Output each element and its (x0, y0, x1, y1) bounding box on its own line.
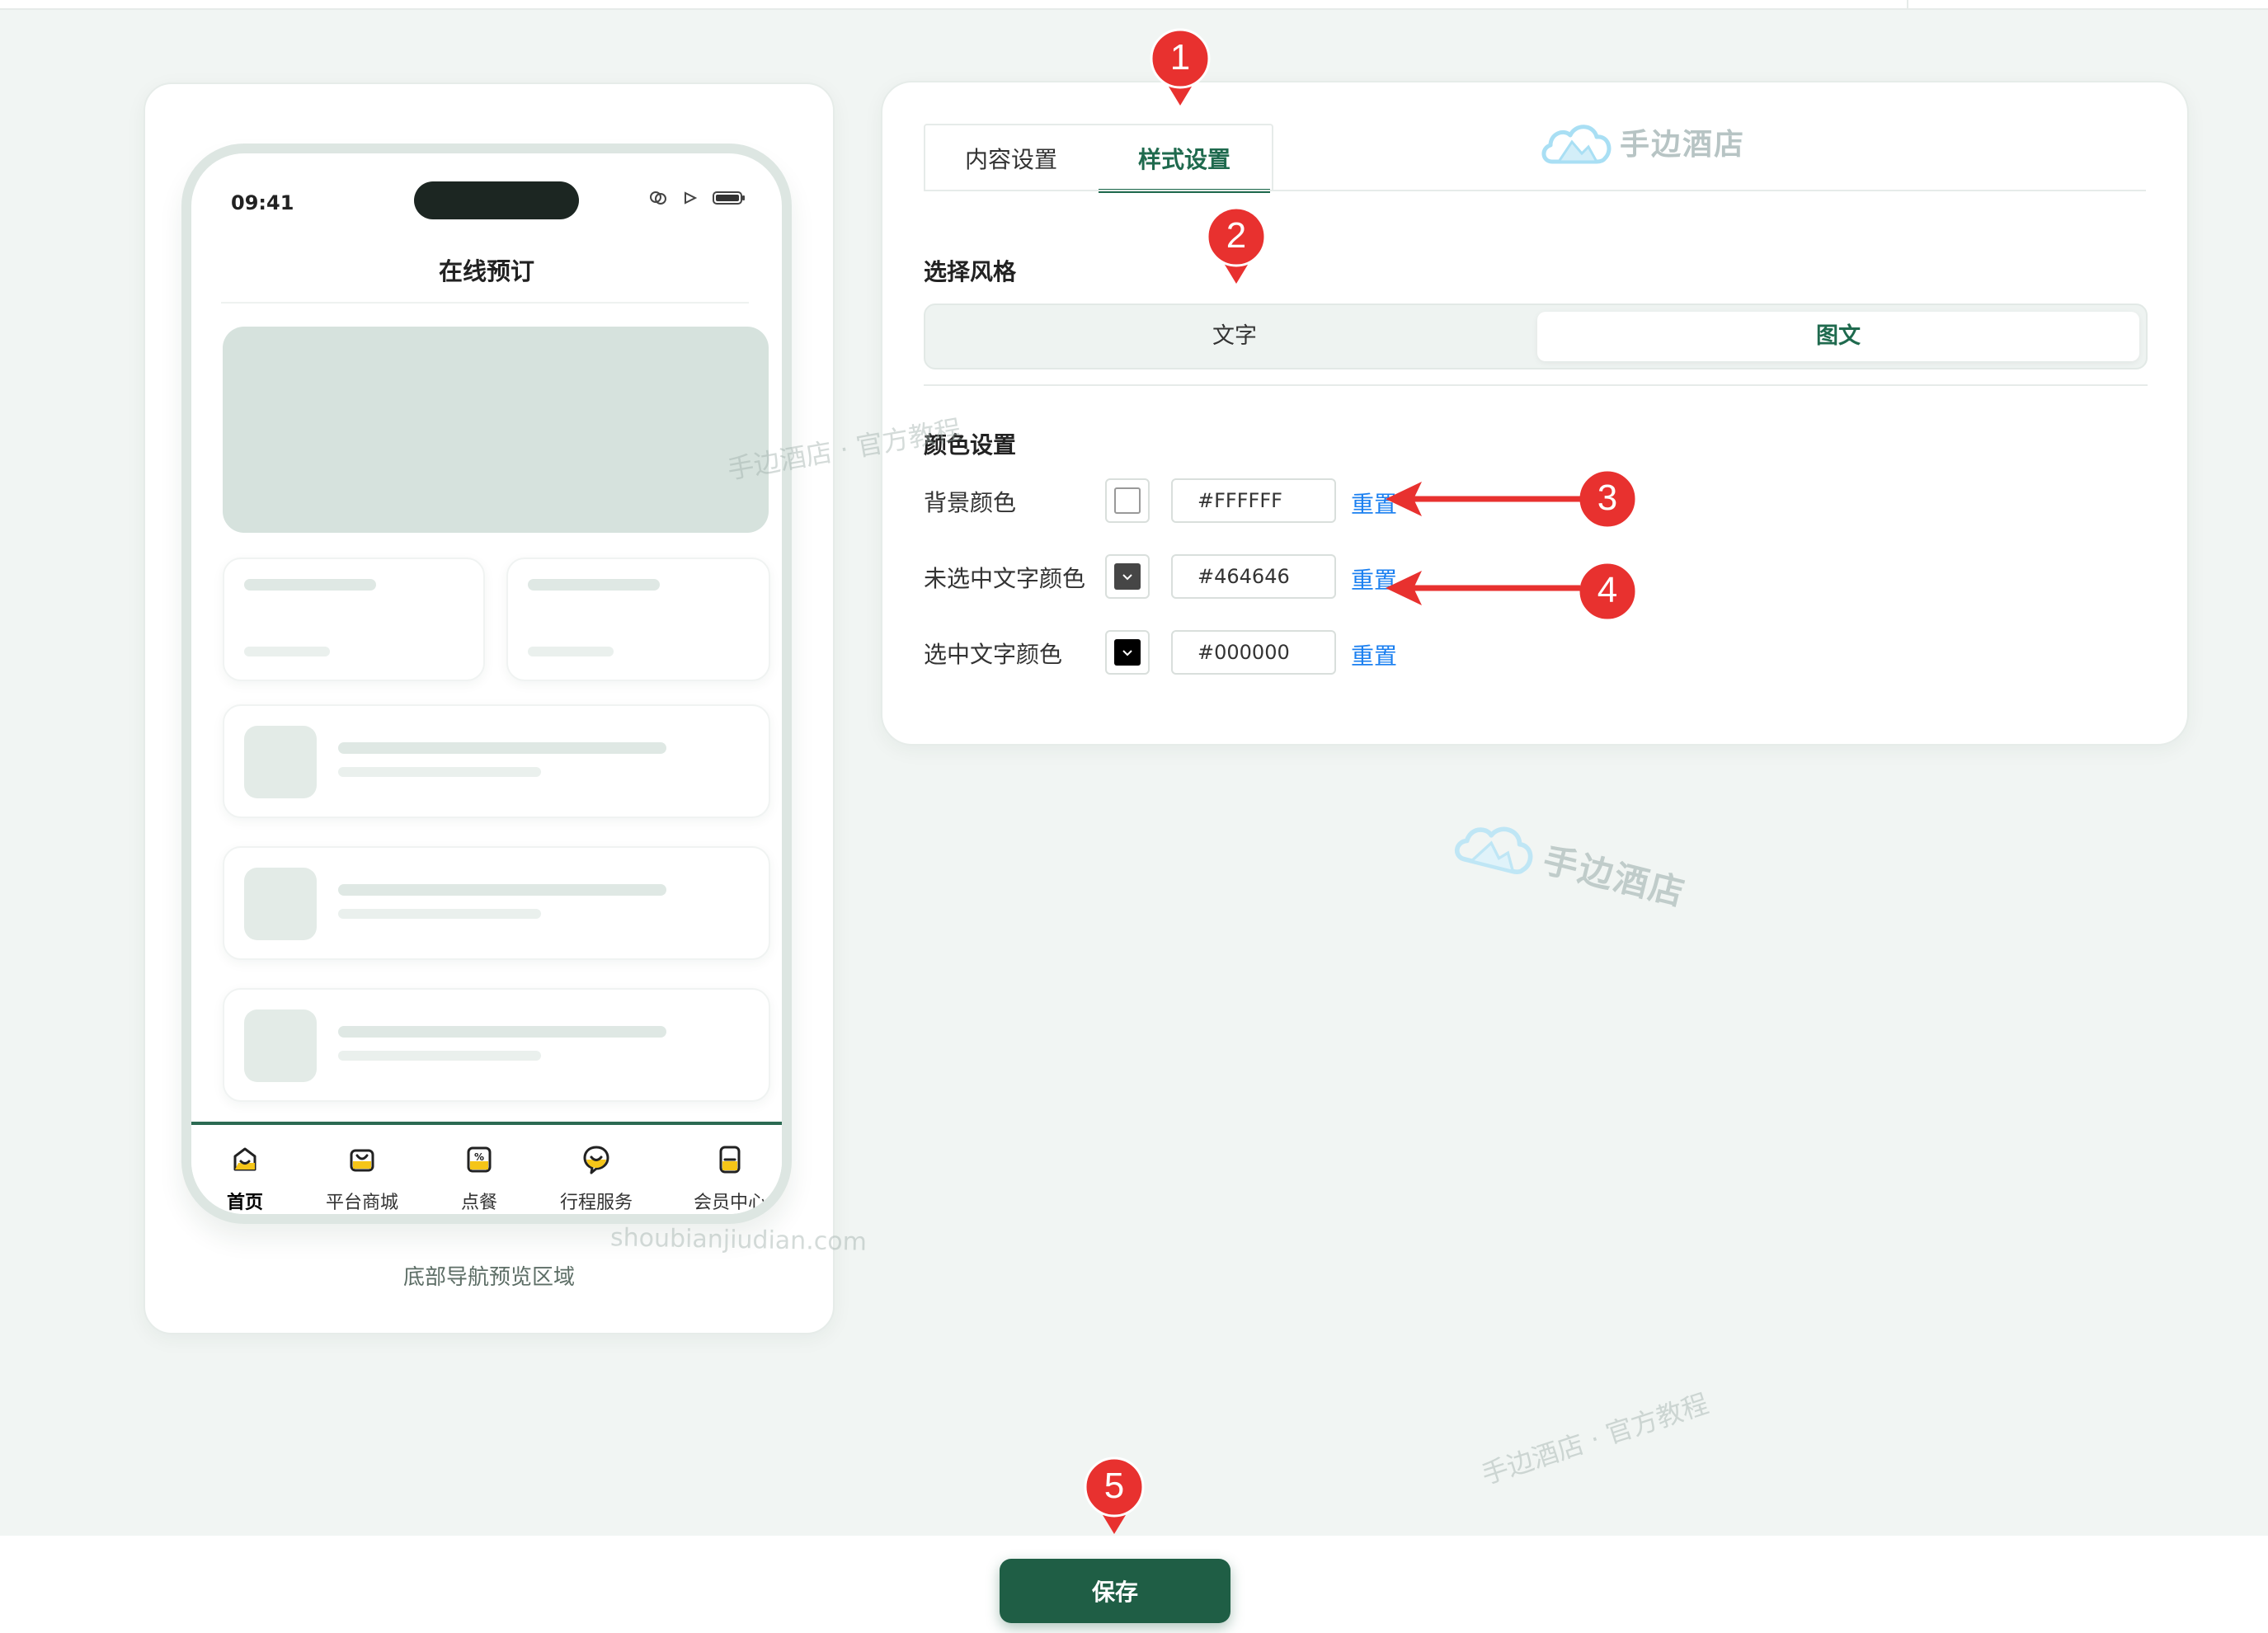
hex-color-input[interactable] (1171, 554, 1336, 599)
top-bar-separator (1907, 0, 1908, 8)
settings-tabs: 内容设置 样式设置 (924, 124, 1273, 193)
svg-text:%: % (474, 1151, 484, 1163)
bottom-tab-bar: 首页 平台商城 % 点餐 行程服务 会员中心 (191, 1122, 782, 1214)
skeleton-line (244, 647, 330, 656)
skeleton-line (244, 579, 376, 591)
annotation-marker: 1 (1150, 28, 1211, 107)
trip-service-icon (583, 1146, 609, 1174)
color-label: 背景颜色 (924, 489, 1017, 516)
marker-number: 3 (1597, 478, 1618, 518)
skeleton-list-item (223, 846, 770, 960)
marker-number: 2 (1226, 215, 1247, 256)
color-swatch-fill (1114, 487, 1141, 514)
battery-icon (713, 191, 745, 205)
settings-card: 内容设置 样式设置 手边酒店 选择风格 文字 图文 颜色设置 背景颜色 重置 未… (881, 81, 2189, 746)
color-row-selected-text: 选中文字颜色 重置 (924, 630, 1501, 680)
cloud-mountain-icon (1541, 125, 1612, 164)
annotation-marker: 2 (1206, 206, 1267, 285)
watermark-brand-text: 手边酒店 (1539, 839, 1690, 914)
order-food-icon: % (467, 1146, 492, 1173)
tab-label: 会员中心 (693, 1193, 766, 1213)
tab-label: 首页 (226, 1193, 263, 1213)
tab-content-settings[interactable]: 内容设置 (925, 125, 1097, 191)
skeleton-card (223, 558, 485, 681)
preview-caption: 底部导航预览区域 (402, 1265, 575, 1290)
skeleton-line (528, 647, 614, 656)
tab-label: 平台商城 (325, 1193, 398, 1213)
skeleton-line (338, 1051, 541, 1061)
dynamic-island (414, 181, 579, 219)
color-section-title: 颜色设置 (924, 431, 1017, 459)
skeleton-thumb (244, 726, 317, 798)
phone-page-title: 在线预订 (438, 257, 534, 285)
style-section-title: 选择风格 (924, 258, 1017, 285)
hex-color-input[interactable] (1171, 478, 1336, 523)
skeleton-line (338, 767, 541, 777)
annotation-arrow (1386, 482, 1580, 516)
color-swatch-button[interactable] (1105, 630, 1150, 675)
tab-home[interactable]: 首页 (191, 1143, 299, 1214)
marker-number: 5 (1103, 1466, 1125, 1506)
link-icon (650, 191, 666, 205)
skeleton-banner (223, 327, 769, 533)
color-label: 未选中文字颜色 (924, 565, 1086, 592)
color-swatch-fill (1114, 563, 1141, 590)
skeleton-list-item (223, 704, 770, 818)
skeleton-line (338, 742, 666, 754)
tab-style-settings[interactable]: 样式设置 (1099, 125, 1270, 193)
chevron-down-icon (1114, 563, 1141, 590)
watermark-tutorial: 手边酒店 · 官方教程 (1477, 1387, 1713, 1491)
phone-mockup: 09:41 在线预订 首页 平台商城 % 点餐 行程服务 会员中心 (181, 144, 792, 1224)
tab-shop[interactable]: 平台商城 (308, 1143, 416, 1214)
preview-card: 09:41 在线预订 首页 平台商城 % 点餐 行程服务 会员中心 底部导航预览… (144, 82, 835, 1334)
style-option-text[interactable]: 文字 (932, 312, 1537, 361)
style-option-image-text[interactable]: 图文 (1537, 312, 2139, 361)
color-swatch-fill (1114, 639, 1141, 666)
skeleton-card (506, 558, 770, 681)
marker-number: 1 (1169, 37, 1191, 78)
reset-link[interactable]: 重置 (1351, 638, 1397, 671)
tab-trip-service[interactable]: 行程服务 (543, 1143, 650, 1214)
top-bar (0, 0, 2268, 10)
tabs-divider (924, 190, 2146, 191)
color-swatch-button[interactable] (1105, 554, 1150, 599)
color-swatch-button[interactable] (1105, 478, 1150, 523)
play-icon (685, 191, 698, 205)
annotation-marker: 5 (1084, 1457, 1145, 1536)
style-segmented-control: 文字 图文 (924, 304, 2148, 369)
tab-label: 行程服务 (559, 1193, 633, 1213)
home-icon (233, 1147, 256, 1171)
skeleton-list-item (223, 988, 770, 1102)
skeleton-line (528, 579, 660, 591)
hex-color-input[interactable] (1171, 630, 1336, 675)
tab-order-food[interactable]: % 点餐 (426, 1143, 533, 1214)
annotation-marker: 4 (1577, 561, 1638, 640)
skeleton-line (338, 909, 541, 919)
annotation-arrow (1386, 571, 1580, 605)
brand-name: 手边酒店 (1620, 128, 1746, 162)
watermark-brand-logo: 手边酒店 (1448, 805, 1693, 920)
save-button[interactable]: 保存 (1000, 1559, 1230, 1623)
status-time: 09:41 (231, 191, 294, 214)
cloud-mountain-icon (1455, 826, 1533, 874)
skeleton-thumb (244, 1009, 317, 1082)
section-divider (924, 384, 2148, 386)
tab-label: 点餐 (460, 1193, 497, 1213)
marker-number: 4 (1597, 570, 1618, 610)
chevron-down-icon (1114, 639, 1141, 666)
shop-icon (350, 1149, 374, 1172)
phone-title-divider (221, 302, 749, 304)
skeleton-line (338, 884, 666, 896)
brand-logo: 手边酒店 (1539, 115, 1745, 168)
annotation-marker: 3 (1577, 468, 1638, 548)
tab-member[interactable]: 会员中心 (676, 1143, 782, 1214)
status-icons (648, 190, 746, 206)
member-icon (719, 1146, 741, 1174)
color-label: 选中文字颜色 (924, 641, 1063, 668)
skeleton-thumb (244, 868, 317, 940)
skeleton-line (338, 1026, 666, 1038)
